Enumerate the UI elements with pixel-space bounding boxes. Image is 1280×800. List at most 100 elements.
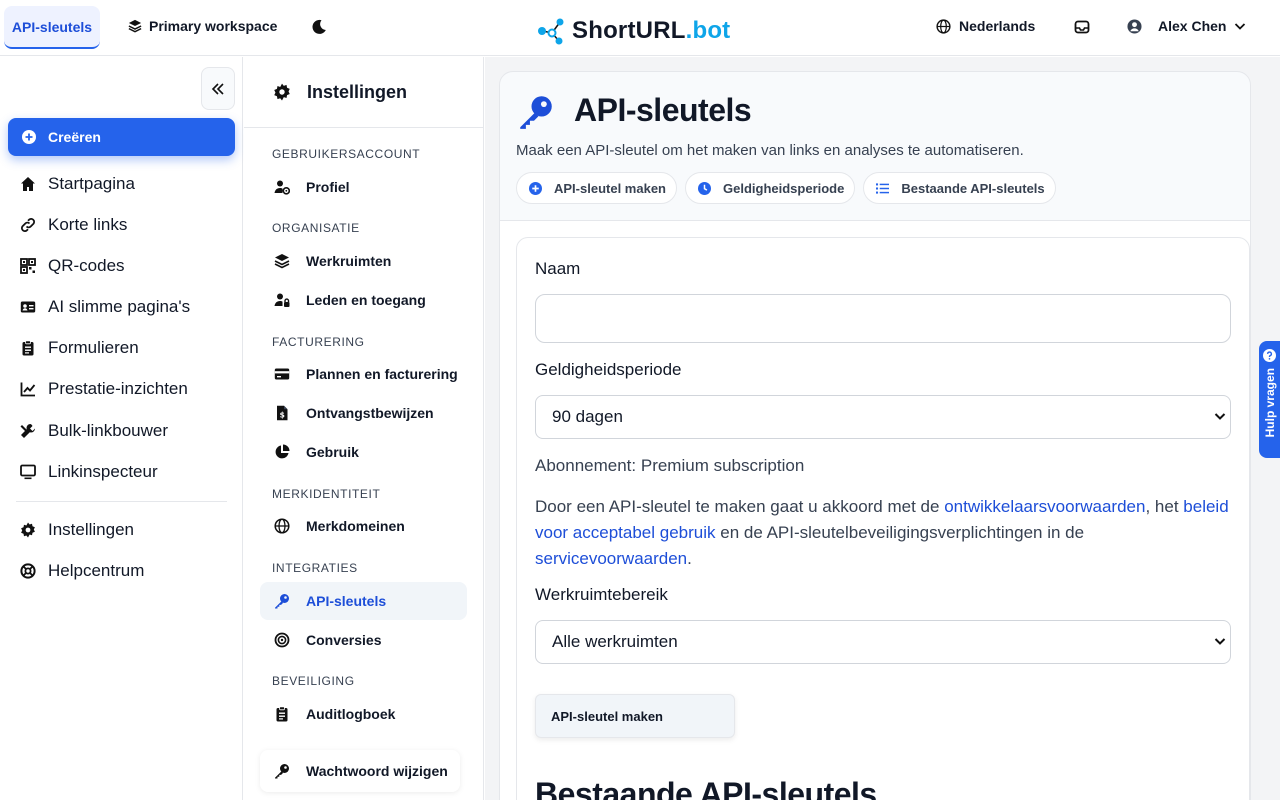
logo-suffix: .bot — [685, 17, 731, 44]
clock-icon — [698, 181, 711, 195]
settings-item-label: Conversies — [306, 632, 382, 648]
key-icon — [275, 764, 289, 779]
developer-terms-link[interactable]: ontwikkelaarsvoorwaarden — [944, 497, 1145, 516]
logo[interactable]: ShortURL.bot — [536, 16, 730, 46]
moon-icon[interactable] — [309, 17, 329, 37]
tab-api-keys[interactable]: API-sleutels — [4, 6, 100, 49]
settings-item-label: Auditlogboek — [306, 706, 396, 722]
change-password-label: Wachtwoord wijzigen — [306, 763, 448, 779]
globe-icon — [274, 518, 290, 534]
existing-keys-title: Bestaande API-sleutels — [535, 776, 877, 800]
receipt-icon: $ — [277, 405, 288, 421]
pill-label: Geldigheidsperiode — [723, 180, 845, 196]
sidebar-item-label: Korte links — [48, 215, 128, 234]
validity-value: 90 dagen — [552, 407, 623, 426]
link-icon — [21, 218, 35, 232]
pie-chart-icon — [275, 444, 290, 459]
settings-item-label: Werkruimten — [306, 253, 392, 269]
chevron-down-icon — [1235, 23, 1246, 30]
sidebar-item-help-center[interactable]: Helpcentrum — [20, 561, 144, 581]
settings-item-label: Merkdomeinen — [306, 518, 405, 534]
sidebar-item-label: Formulieren — [48, 338, 139, 357]
home-icon — [21, 177, 35, 191]
gear-icon — [21, 522, 35, 538]
chevron-down-icon — [1214, 413, 1226, 420]
sidebar-item-label: Instellingen — [48, 520, 135, 539]
create-button[interactable]: Creëren — [8, 118, 235, 156]
sidebar-item-short-links[interactable]: Korte links — [20, 215, 127, 235]
user-menu[interactable]: Alex Chen — [1127, 18, 1246, 34]
svg-text:$: $ — [280, 410, 285, 419]
terms-text: Door een API-sleutel te maken gaat u akk… — [535, 494, 1235, 572]
name-input[interactable] — [535, 294, 1231, 343]
id-card-icon — [20, 301, 36, 313]
workspace-name: Primary workspace — [149, 18, 278, 34]
plus-circle-icon — [529, 181, 542, 195]
sidebar-item-forms[interactable]: Formulieren — [20, 338, 139, 358]
sidebar-item-link-inspector[interactable]: Linkinspecteur — [20, 462, 158, 482]
user-lock-icon — [274, 293, 290, 307]
terms-part: Door een API-sleutel te maken gaat u akk… — [535, 497, 945, 516]
create-key-button[interactable]: API-sleutel maken — [535, 694, 735, 738]
sidebar-item-label: QR-codes — [48, 256, 125, 275]
pill-create-key[interactable]: API-sleutel maken — [516, 172, 677, 204]
monitor-icon — [20, 464, 36, 480]
sidebar-item-qr-codes[interactable]: QR-codes — [20, 256, 125, 276]
chevron-down-icon — [1214, 638, 1226, 645]
pill-existing-keys[interactable]: Bestaande API-sleutels — [863, 172, 1056, 204]
inbox-icon[interactable] — [1074, 19, 1090, 35]
pill-label: API-sleutel maken — [554, 180, 666, 196]
key-icon — [520, 96, 552, 129]
settings-item-usage[interactable]: Gebruik — [260, 433, 467, 471]
settings-item-plans[interactable]: Plannen en facturering — [260, 355, 467, 393]
section-title: FACTURERING — [272, 335, 365, 349]
section-title: MERKIDENTITEIT — [272, 487, 381, 501]
create-key-form: Naam Geldigheidsperiode 90 dagen Abonnem… — [516, 237, 1250, 800]
settings-item-audit-log[interactable]: Auditlogboek — [260, 695, 467, 733]
section-title: GEBRUIKERSACCOUNT — [272, 147, 421, 161]
settings-item-label: Ontvangstbewijzen — [306, 405, 434, 421]
sidebar-item-label: Startpagina — [48, 174, 135, 193]
settings-item-conversions[interactable]: Conversies — [260, 621, 467, 659]
sidebar-item-label: Prestatie-inzichten — [48, 379, 188, 398]
qr-icon — [20, 258, 36, 274]
pill-label: Bestaande API-sleutels — [901, 180, 1045, 196]
settings-item-label: Plannen en facturering — [306, 366, 458, 382]
section-title: BEVEILIGING — [272, 674, 355, 688]
terms-part: . — [687, 549, 692, 568]
layers-icon — [128, 19, 142, 33]
settings-item-members[interactable]: Leden en toegang — [260, 281, 467, 319]
settings-item-workspaces[interactable]: Werkruimten — [260, 242, 467, 280]
sidebar-item-settings[interactable]: Instellingen — [20, 520, 134, 540]
double-chevron-left-icon — [211, 82, 224, 95]
settings-item-api-keys[interactable]: API-sleutels — [260, 582, 467, 620]
sidebar-item-ai-pages[interactable]: AI slimme pagina's — [20, 297, 190, 317]
form-card: Naam Geldigheidsperiode 90 dagen Abonnem… — [499, 220, 1251, 800]
language-selector[interactable]: Nederlands — [936, 18, 1035, 34]
sidebar-item-bulk-builder[interactable]: Bulk-linkbouwer — [20, 421, 168, 441]
pill-validity[interactable]: Geldigheidsperiode — [685, 172, 856, 204]
create-label: Creëren — [48, 129, 101, 145]
user-name: Alex Chen — [1158, 18, 1227, 34]
collapse-sidebar-button[interactable] — [201, 67, 235, 110]
help-label: Hulp vragen — [1262, 368, 1277, 438]
page-header: API-sleutels Maak een API-sleutel om het… — [499, 71, 1251, 233]
scope-select[interactable]: Alle werkruimten — [535, 620, 1231, 664]
scope-label: Werkruimtebereik — [535, 585, 668, 604]
help-tab[interactable]: Hulp vragen — [1259, 341, 1280, 458]
settings-item-profile[interactable]: Profiel — [260, 168, 467, 206]
workspace-switcher[interactable]: Primary workspace — [128, 18, 277, 34]
sidebar-item-label: Helpcentrum — [48, 561, 145, 580]
change-password-button[interactable]: Wachtwoord wijzigen — [260, 750, 460, 792]
settings-item-receipts[interactable]: $ Ontvangstbewijzen — [260, 394, 467, 432]
validity-select[interactable]: 90 dagen — [535, 395, 1231, 439]
validity-label: Geldigheidsperiode — [535, 360, 682, 379]
service-terms-link[interactable]: servicevoorwaarden — [535, 549, 687, 568]
language-label: Nederlands — [959, 18, 1036, 34]
section-title: ORGANISATIE — [272, 221, 360, 235]
settings-item-label: Profiel — [306, 179, 350, 195]
settings-item-brand-domains[interactable]: Merkdomeinen — [260, 507, 467, 545]
sidebar-item-insights[interactable]: Prestatie-inzichten — [20, 379, 188, 399]
sidebar-item-home[interactable]: Startpagina — [20, 174, 135, 194]
question-circle-icon — [1263, 349, 1276, 362]
